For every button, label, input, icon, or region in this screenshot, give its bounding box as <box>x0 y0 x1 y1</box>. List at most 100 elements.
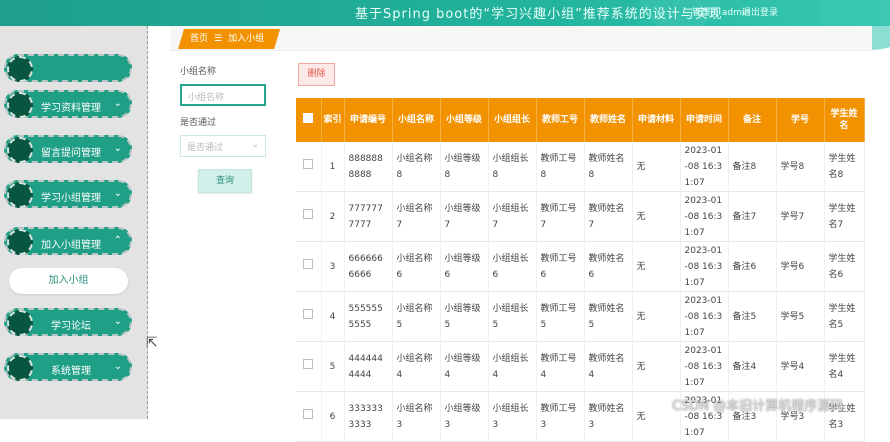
column-header: 学生姓名 <box>824 98 865 142</box>
menu-circle-icon <box>7 229 33 255</box>
column-header: 小组名称 <box>392 98 441 142</box>
table-cell: 教师姓名4 <box>584 341 633 392</box>
table-cell: 小组等级5 <box>440 291 489 342</box>
menu-circle-icon <box>7 56 33 82</box>
table-cell: 教师工号4 <box>536 341 585 392</box>
menu-circle-icon <box>7 310 33 336</box>
table-header-row: 索引 申请编号 小组名称 小组等级 小组组长 教师工号 教师姓名 申请材料 申请… <box>296 98 865 142</box>
chevron-up-icon: ⌃ <box>113 235 122 246</box>
table-cell: 小组名称8 <box>392 142 441 192</box>
table-row[interactable]: 5 4444444444 小组名称4 小组等级4 小组组长4 教师工号4 教师姓名4 无 202… <box>296 341 865 392</box>
sidebar-item-label: 留言提问管理 <box>41 148 101 159</box>
table-cell: 无 <box>632 291 681 342</box>
table-cell: 5555555555 <box>344 291 393 342</box>
sidebar-item-messages[interactable]: 留言提问管理 ⌄ <box>4 135 132 163</box>
table-cell: 小组名称7 <box>392 191 441 242</box>
select-all-checkbox[interactable] <box>296 98 322 142</box>
delete-button[interactable]: 删除 <box>298 63 335 86</box>
table-cell: 5 <box>321 341 345 392</box>
chevron-down-icon: ⌄ <box>113 98 122 109</box>
table-cell: 小组等级7 <box>440 191 489 242</box>
table-cell: 4 <box>321 291 345 342</box>
tab-bar: 首页 ☰ 加入小组 <box>170 26 872 51</box>
table-cell: 教师工号6 <box>536 241 585 292</box>
table-row[interactable]: 3 6666666666 小组名称6 小组等级6 小组组长6 教师工号6 教师姓名6 无 202… <box>296 241 865 292</box>
column-header: 小组等级 <box>440 98 489 142</box>
table-cell: 6666666666 <box>344 241 393 292</box>
table-cell: 小组名称3 <box>392 391 441 442</box>
sidebar-item-system[interactable]: 系统管理 ⌄ <box>4 353 132 381</box>
chevron-down-icon: ⌄ <box>113 316 122 327</box>
table-cell: 备注5 <box>728 291 777 342</box>
column-header: 申请时间 <box>680 98 729 142</box>
mouse-cursor-icon: ⇱ <box>146 335 158 351</box>
app-title: 基于Spring boot的“学习兴趣小组”推荐系统的设计与实现 <box>355 7 723 22</box>
sidebar-item-label: 学习资料管理 <box>41 103 101 114</box>
table-cell: 1 <box>321 142 345 192</box>
table-cell: 小组组长8 <box>488 142 537 192</box>
menu-circle-icon <box>7 182 33 208</box>
sidebar-item-label: 系统管理 <box>51 366 91 377</box>
table-cell: 小组组长4 <box>488 341 537 392</box>
row-checkbox[interactable] <box>296 341 322 392</box>
table-cell: 小组等级4 <box>440 341 489 392</box>
breadcrumb-home[interactable]: 首页 <box>190 34 208 44</box>
menu-circle-icon <box>7 92 33 118</box>
table-cell: 小组组长6 <box>488 241 537 292</box>
table-cell: 备注7 <box>728 191 777 242</box>
table-cell: 小组等级3 <box>440 391 489 442</box>
sidebar-subitem-join-group[interactable]: 加入小组 <box>9 268 128 294</box>
table-cell: 3 <box>321 241 345 292</box>
table-cell: 小组组长7 <box>488 191 537 242</box>
column-header: 教师工号 <box>536 98 585 142</box>
table-cell: 无 <box>632 142 681 192</box>
table-cell: 学号4 <box>776 341 825 392</box>
table-cell: 学号6 <box>776 241 825 292</box>
table-cell: 3333333333 <box>344 391 393 442</box>
table-cell: 2023-01-08 16:31:07 <box>680 191 729 242</box>
row-checkbox[interactable] <box>296 291 322 342</box>
table-cell: 小组等级8 <box>440 142 489 192</box>
table-row[interactable]: 1 8888888888 小组名称8 小组等级8 小组组长8 教师工号8 教师姓名8 无 202… <box>296 142 865 192</box>
table-cell: 教师姓名7 <box>584 191 633 242</box>
sidebar-resize-handle[interactable] <box>147 26 150 419</box>
table-row[interactable]: 4 5555555555 小组名称5 小组等级5 小组组长5 教师工号5 教师姓名5 无 202… <box>296 291 865 342</box>
sidebar-item-partial[interactable] <box>4 54 132 82</box>
group-name-input[interactable]: 小组名称 <box>180 84 266 106</box>
approved-label: 是否通过 <box>180 118 217 128</box>
column-header: 小组组长 <box>488 98 537 142</box>
table-cell: 小组等级6 <box>440 241 489 292</box>
table-cell: 6 <box>321 391 345 442</box>
column-header: 学号 <box>776 98 825 142</box>
row-checkbox[interactable] <box>296 241 322 292</box>
sidebar-item-study-groups[interactable]: 学习小组管理 ⌄ <box>4 180 132 208</box>
table-cell: 小组名称6 <box>392 241 441 292</box>
logout-link[interactable]: 退出登录 <box>742 5 778 18</box>
approved-select[interactable]: 是否通过 ⌄ <box>180 135 266 157</box>
top-bar: 基于Spring boot的“学习兴趣小组”推荐系统的设计与实现 管理员 adm… <box>0 0 890 50</box>
table-cell: 4444444444 <box>344 341 393 392</box>
table-cell: 学生姓名4 <box>824 341 865 392</box>
row-checkbox[interactable] <box>296 391 322 442</box>
column-header: 教师姓名 <box>584 98 633 142</box>
table-cell: 教师姓名8 <box>584 142 633 192</box>
breadcrumb-current: 加入小组 <box>228 34 265 44</box>
sidebar-item-join-groups[interactable]: 加入小组管理 ⌃ <box>4 227 132 255</box>
column-header: 索引 <box>321 98 345 142</box>
breadcrumb[interactable]: 首页 ☰ 加入小组 <box>178 29 280 49</box>
chevron-down-icon: ⌄ <box>113 188 122 199</box>
table-cell: 7777777777 <box>344 191 393 242</box>
table-cell: 2023-01-08 16:31:07 <box>680 341 729 392</box>
column-header: 申请材料 <box>632 98 681 142</box>
table-cell: 小组名称4 <box>392 341 441 392</box>
sidebar-item-study-materials[interactable]: 学习资料管理 ⌄ <box>4 90 132 118</box>
table-row[interactable]: 2 7777777777 小组名称7 小组等级7 小组组长7 教师工号7 教师姓名7 无 202… <box>296 191 865 242</box>
row-checkbox[interactable] <box>296 142 322 192</box>
sidebar-item-forum[interactable]: 学习论坛 ⌄ <box>4 308 132 336</box>
table-cell: 无 <box>632 241 681 292</box>
sidebar-item-label: 学习小组管理 <box>41 193 101 204</box>
row-checkbox[interactable] <box>296 191 322 242</box>
search-button[interactable]: 查询 <box>198 169 252 193</box>
table-cell: 学号5 <box>776 291 825 342</box>
chevron-down-icon: ⌄ <box>113 143 122 154</box>
